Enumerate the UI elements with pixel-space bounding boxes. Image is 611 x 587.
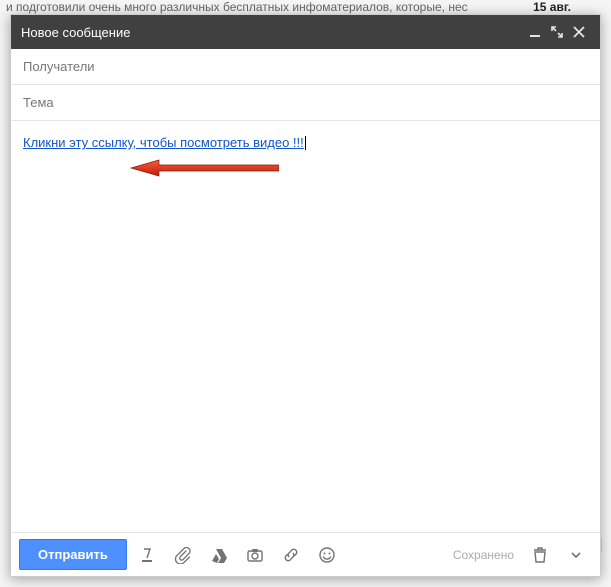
photo-button[interactable] — [239, 539, 271, 571]
body-hyperlink[interactable]: Кликни эту ссылку, чтобы посмотреть виде… — [23, 135, 304, 150]
compose-title: Новое сообщение — [21, 25, 524, 40]
recipients-placeholder: Получатели — [23, 59, 95, 74]
compose-body[interactable]: Кликни эту ссылку, чтобы посмотреть виде… — [11, 121, 600, 532]
annotation-arrow — [129, 157, 279, 179]
minimize-icon — [529, 26, 541, 38]
trash-icon — [531, 546, 549, 564]
drive-button[interactable] — [203, 539, 235, 571]
camera-icon — [246, 546, 264, 564]
saved-status: Сохранено — [453, 548, 514, 562]
compose-titlebar: Новое сообщение — [11, 15, 600, 49]
minimize-button[interactable] — [524, 21, 546, 43]
format-button[interactable] — [131, 539, 163, 571]
close-button[interactable] — [568, 21, 590, 43]
attachment-icon — [174, 546, 192, 564]
more-options-button[interactable] — [560, 539, 592, 571]
background-date: 15 авг. — [533, 0, 571, 14]
more-arrow-icon — [569, 548, 583, 562]
insert-link-button[interactable] — [275, 539, 307, 571]
text-cursor — [305, 136, 306, 150]
compose-window: Новое сообщение Получатели Тема Кликни э… — [10, 14, 601, 577]
fullscreen-icon — [551, 26, 563, 38]
compose-toolbar: Отправить Сохранено — [11, 532, 600, 576]
background-snippet: и подготовили очень много различных бесп… — [6, 0, 468, 14]
close-icon — [573, 26, 585, 38]
fullscreen-button[interactable] — [546, 21, 568, 43]
send-button[interactable]: Отправить — [19, 539, 127, 570]
discard-button[interactable] — [524, 539, 556, 571]
drive-icon — [210, 546, 228, 564]
emoji-button[interactable] — [311, 539, 343, 571]
subject-field[interactable]: Тема — [11, 85, 600, 121]
emoji-icon — [318, 546, 336, 564]
format-text-icon — [138, 546, 156, 564]
link-icon — [282, 546, 300, 564]
recipients-field[interactable]: Получатели — [11, 49, 600, 85]
subject-placeholder: Тема — [23, 95, 54, 110]
attach-button[interactable] — [167, 539, 199, 571]
